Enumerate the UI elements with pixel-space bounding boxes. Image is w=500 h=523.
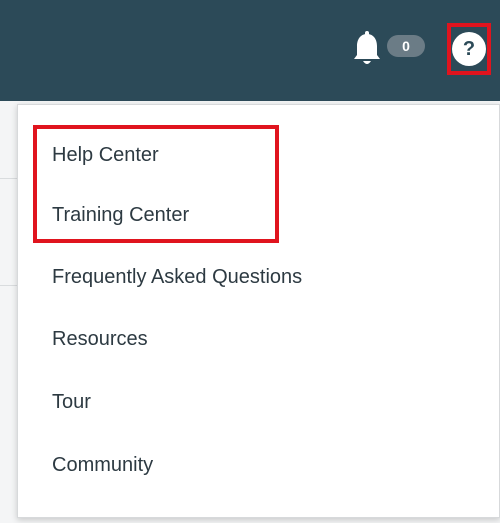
app-page: 0 ? Help Center Training Center Frequent… xyxy=(0,0,500,523)
menu-item-tour[interactable]: Tour xyxy=(52,391,91,414)
menu-item-faq[interactable]: Frequently Asked Questions xyxy=(52,266,302,289)
menu-item-community[interactable]: Community xyxy=(52,454,153,477)
menu-item-resources[interactable]: Resources xyxy=(52,328,148,351)
menu-item-training-center[interactable]: Training Center xyxy=(52,204,189,227)
menu-item-help-center[interactable]: Help Center xyxy=(52,144,159,167)
bell-icon[interactable] xyxy=(352,31,382,67)
help-dropdown-menu: Help Center Training Center Frequently A… xyxy=(17,104,500,518)
notification-count-badge: 0 xyxy=(387,35,425,57)
question-mark-icon: ? xyxy=(452,32,486,66)
help-button[interactable]: ? xyxy=(447,23,491,75)
top-navigation-bar: 0 ? xyxy=(0,0,500,101)
